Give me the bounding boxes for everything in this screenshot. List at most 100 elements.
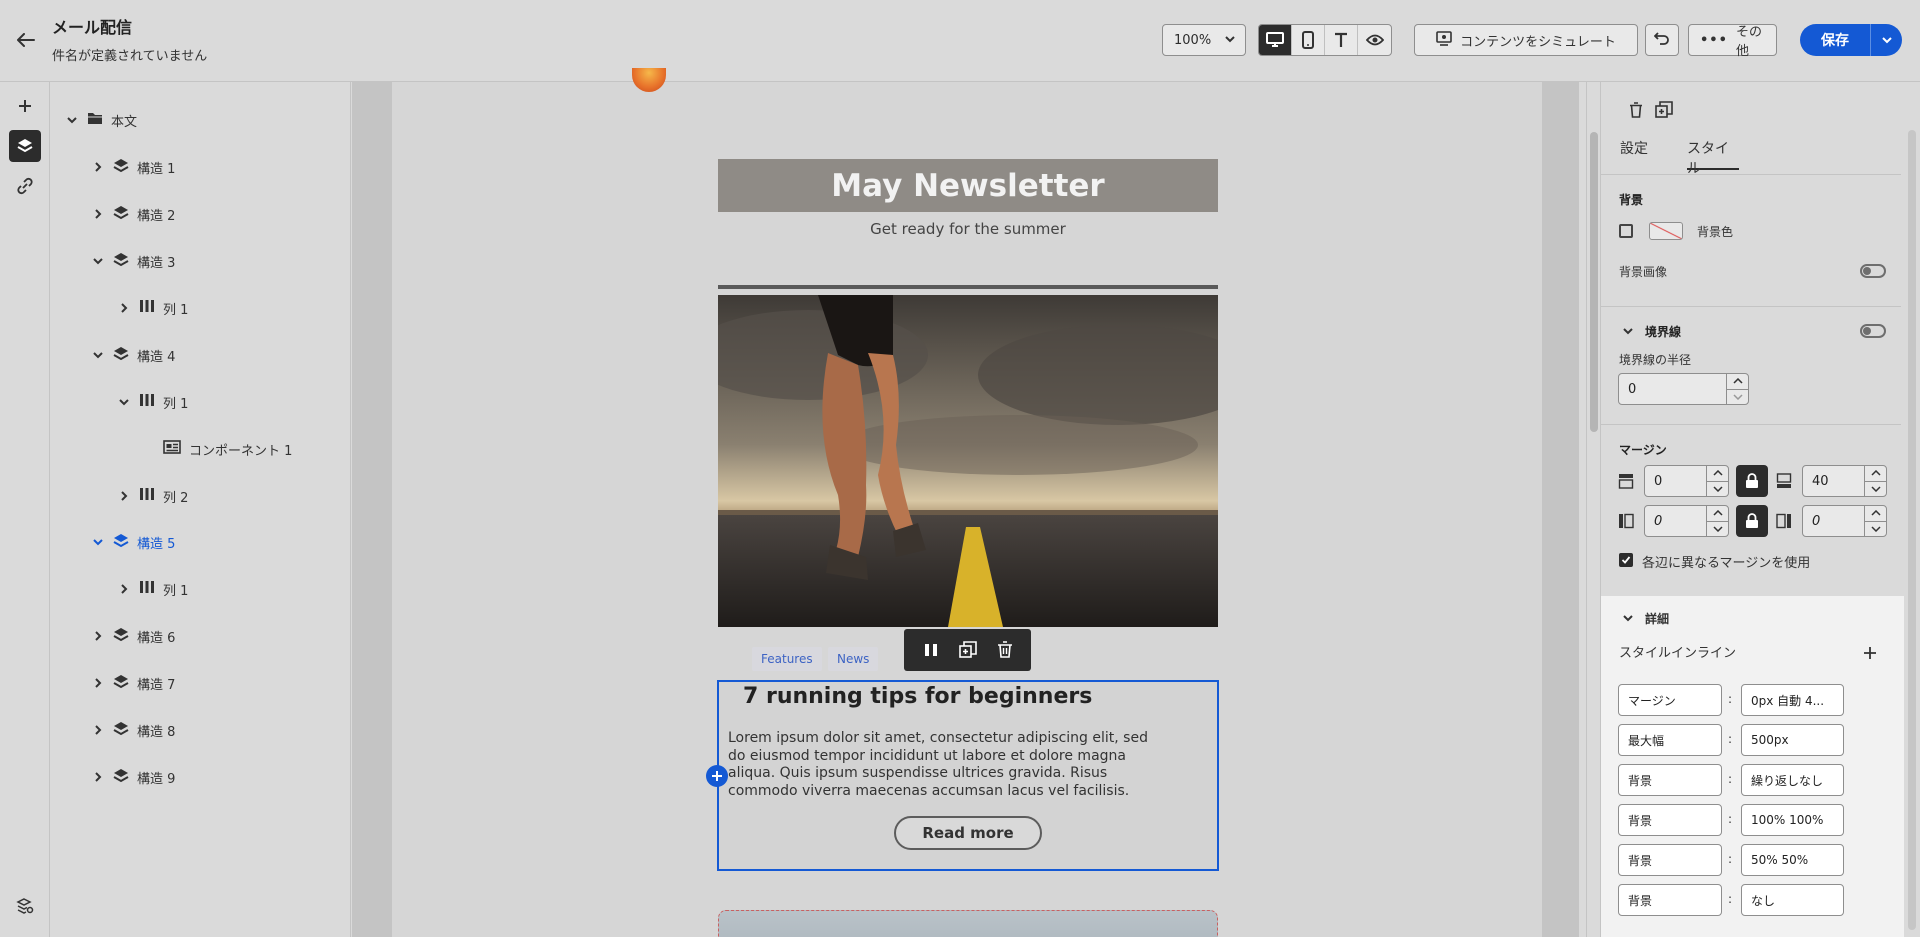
margin-top-input[interactable]: 0 (1644, 465, 1729, 497)
inline-style-value[interactable]: 100% 100% (1741, 804, 1844, 836)
tree-item-structure-6[interactable]: 構造 6 (91, 620, 175, 652)
margin-bottom-input[interactable]: 40 (1802, 465, 1887, 497)
tag-features[interactable]: Features (752, 647, 822, 671)
margin-right-input[interactable]: 0 (1802, 505, 1887, 537)
chevron-right-icon[interactable] (91, 160, 105, 174)
chevron-right-icon[interactable] (91, 629, 105, 643)
stepper-up-icon[interactable] (1865, 466, 1886, 482)
background-color-checkbox[interactable] (1619, 224, 1633, 238)
duplicate-icon[interactable] (954, 636, 982, 664)
tree-item-structure-9[interactable]: 構造 9 (91, 761, 175, 793)
inline-style-key[interactable]: 背景 (1618, 804, 1722, 836)
chevron-down-icon[interactable] (91, 348, 105, 362)
tree-item-structure-3[interactable]: 構造 3 (91, 245, 175, 277)
tree-item-column-1[interactable]: 列 1 (117, 573, 188, 605)
tree-item-column-1[interactable]: 列 1 (117, 292, 188, 324)
chevron-right-icon[interactable] (91, 770, 105, 784)
tree-item-component-1[interactable]: コンポーネント 1 (163, 433, 292, 465)
article-body[interactable]: Lorem ipsum dolor sit amet, consectetur … (728, 730, 1168, 800)
stepper-up-icon[interactable] (1707, 506, 1728, 522)
scrollbar-thumb[interactable] (1590, 132, 1598, 432)
simulate-content-button[interactable]: コンテンツをシミュレート (1414, 24, 1638, 56)
inline-style-value[interactable]: 500px (1741, 724, 1844, 756)
tree-item-structure-2[interactable]: 構造 2 (91, 198, 175, 230)
add-plus-icon[interactable] (1861, 644, 1879, 662)
chevron-right-icon[interactable] (117, 489, 131, 503)
chevron-right-icon[interactable] (91, 676, 105, 690)
preview-eye-icon[interactable] (1358, 25, 1391, 55)
inline-style-value[interactable]: なし (1741, 884, 1844, 916)
chevron-down-icon[interactable] (91, 535, 105, 549)
back-arrow-icon[interactable] (12, 26, 40, 54)
tree-item-structure-1[interactable]: 構造 1 (91, 151, 175, 183)
chevron-right-icon[interactable] (91, 723, 105, 737)
chevron-down-icon[interactable] (91, 254, 105, 268)
add-component-plus-icon[interactable] (706, 765, 728, 787)
inline-style-key[interactable]: 背景 (1618, 884, 1722, 916)
background-color-swatch[interactable] (1649, 222, 1683, 240)
stepper-down-icon[interactable] (1865, 482, 1886, 497)
inline-style-value[interactable]: 50% 50% (1741, 844, 1844, 876)
canvas-scrollbar[interactable] (1586, 82, 1600, 937)
layers-icon[interactable] (9, 130, 41, 162)
chevron-down-icon[interactable] (1619, 609, 1637, 627)
border-toggle[interactable] (1860, 324, 1886, 338)
inline-style-key[interactable]: 背景 (1618, 844, 1722, 876)
next-structure-block[interactable] (718, 910, 1218, 937)
stepper-down-icon[interactable] (1727, 390, 1748, 405)
margin-left-input[interactable]: 0 (1644, 505, 1729, 537)
hero-image-runner[interactable] (718, 295, 1218, 627)
tree-item-structure-7[interactable]: 構造 7 (91, 667, 175, 699)
stepper-down-icon[interactable] (1707, 482, 1728, 497)
inline-style-key[interactable]: マージン (1618, 684, 1722, 716)
add-plus-icon[interactable] (9, 90, 41, 122)
tree-root-body[interactable]: 本文 (65, 104, 137, 136)
inline-style-key[interactable]: 背景 (1618, 764, 1722, 796)
tree-item-structure-5[interactable]: 構造 5 (91, 526, 175, 558)
chevron-down-icon[interactable] (117, 395, 131, 409)
stepper-down-icon[interactable] (1865, 522, 1886, 537)
background-image-toggle[interactable] (1860, 264, 1886, 278)
lock-icon[interactable] (1736, 505, 1768, 537)
different-margins-checkbox[interactable] (1619, 553, 1633, 567)
tag-news[interactable]: News (828, 647, 879, 671)
stepper-down-icon[interactable] (1707, 522, 1728, 537)
tree-item-column-2[interactable]: 列 2 (117, 480, 188, 512)
border-radius-input[interactable]: 0 (1618, 373, 1749, 405)
tab-style[interactable]: スタイル (1687, 138, 1739, 177)
lock-icon[interactable] (1736, 465, 1768, 497)
read-more-button[interactable]: Read more (894, 816, 1042, 850)
inline-style-value[interactable]: 繰り返しなし (1741, 764, 1844, 796)
layers-settings-icon[interactable] (9, 890, 41, 922)
duplicate-icon[interactable] (1652, 98, 1676, 122)
undo-button[interactable] (1645, 24, 1679, 56)
inline-style-key[interactable]: 最大幅 (1618, 724, 1722, 756)
trash-icon[interactable] (1624, 98, 1648, 122)
panel-scrollbar[interactable] (1904, 82, 1920, 937)
chevron-right-icon[interactable] (117, 301, 131, 315)
chevron-right-icon[interactable] (91, 207, 105, 221)
tree-item-structure-4[interactable]: 構造 4 (91, 339, 175, 371)
chevron-right-icon[interactable] (117, 582, 131, 596)
newsletter-banner-title[interactable]: May Newsletter (718, 159, 1218, 212)
scrollbar-thumb[interactable] (1908, 130, 1916, 930)
tree-item-column-1[interactable]: 列 1 (117, 386, 188, 418)
chevron-down-icon[interactable] (1619, 322, 1637, 340)
text-view-icon[interactable] (1325, 25, 1358, 55)
inline-style-value[interactable]: 0px 自動 4... (1741, 684, 1844, 716)
stepper-up-icon[interactable] (1727, 374, 1748, 390)
save-button[interactable]: 保存 (1800, 24, 1870, 56)
stepper-up-icon[interactable] (1865, 506, 1886, 522)
desktop-view-icon[interactable] (1259, 25, 1292, 55)
tab-settings[interactable]: 設定 (1620, 138, 1648, 170)
mobile-view-icon[interactable] (1292, 25, 1325, 55)
trash-icon[interactable] (991, 636, 1019, 664)
chevron-down-icon[interactable] (65, 113, 79, 127)
columns-icon[interactable] (917, 636, 945, 664)
tree-item-structure-8[interactable]: 構造 8 (91, 714, 175, 746)
link-icon[interactable] (9, 170, 41, 202)
newsletter-subtitle[interactable]: Get ready for the summer (718, 220, 1218, 238)
zoom-select[interactable]: 100% (1162, 24, 1246, 56)
stepper-up-icon[interactable] (1707, 466, 1728, 482)
more-button[interactable]: ••• その他 (1688, 24, 1777, 59)
